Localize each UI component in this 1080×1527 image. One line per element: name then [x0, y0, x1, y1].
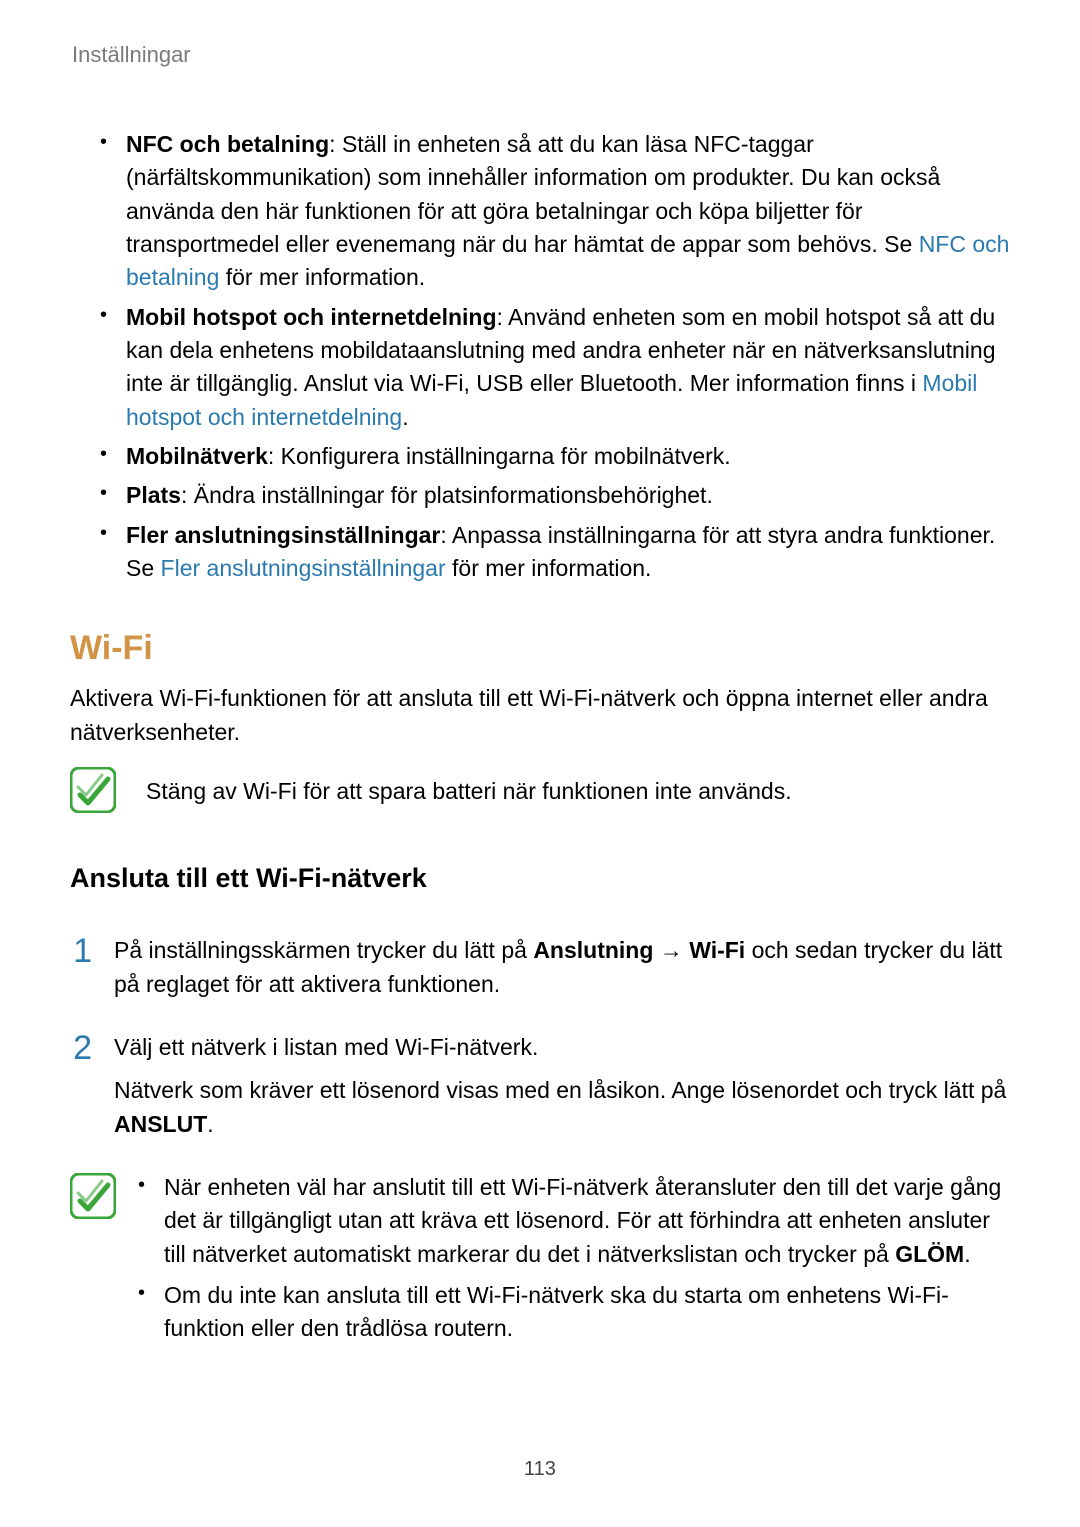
note-icon	[70, 1173, 116, 1219]
step-text: .	[207, 1111, 213, 1137]
note-text: .	[964, 1241, 970, 1267]
subheading-connect: Ansluta till ett Wi-Fi-nätverk	[70, 863, 1010, 894]
step-bold: Wi-Fi	[689, 937, 745, 963]
arrow-icon: →	[653, 937, 689, 963]
step-body: Välj ett nätverk i listan med Wi-Fi-nätv…	[114, 1031, 1010, 1151]
bullet-mobile-network: Mobilnätverk: Konfigurera inställningarn…	[100, 440, 1010, 473]
note-list-item: Om du inte kan ansluta till ett Wi-Fi-nä…	[138, 1279, 1010, 1346]
note-bold: GLÖM	[895, 1241, 964, 1267]
link-more-connections[interactable]: Fler anslutningsinställningar	[161, 555, 446, 581]
note-list-item: När enheten väl har anslutit till ett Wi…	[138, 1171, 1010, 1271]
step-text: Nätverk som kräver ett lösenord visas me…	[114, 1077, 1006, 1103]
bullet-hotspot: Mobil hotspot och internetdelning: Använ…	[100, 301, 1010, 434]
step-1: 1 På inställningsskärmen trycker du lätt…	[70, 934, 1010, 1011]
step-number: 1	[70, 934, 92, 968]
bullet-bold: Mobil hotspot och internetdelning	[126, 304, 497, 330]
step-body: På inställningsskärmen trycker du lätt p…	[114, 934, 1010, 1011]
note-text: När enheten väl har anslutit till ett Wi…	[164, 1174, 1001, 1267]
note-wifi-tips: När enheten väl har anslutit till ett Wi…	[70, 1171, 1010, 1354]
bullet-bold: Plats	[126, 482, 181, 508]
bullet-nfc: NFC och betalning: Ställ in enheten så a…	[100, 128, 1010, 295]
step-bold: ANSLUT	[114, 1111, 207, 1137]
feature-bullet-list: NFC och betalning: Ställ in enheten så a…	[70, 128, 1010, 585]
step-text: Välj ett nätverk i listan med Wi-Fi-nätv…	[114, 1031, 1010, 1064]
bullet-text: : Ändra inställningar för platsinformati…	[181, 482, 713, 508]
page-number: 113	[0, 1458, 1080, 1481]
bullet-text: .	[402, 404, 408, 430]
wifi-intro: Aktivera Wi-Fi-funktionen för att anslut…	[70, 682, 1010, 749]
heading-wifi: Wi-Fi	[70, 629, 1010, 668]
step-2: 2 Välj ett nätverk i listan med Wi-Fi-nä…	[70, 1031, 1010, 1151]
bullet-text: för mer information.	[446, 555, 652, 581]
step-number: 2	[70, 1031, 92, 1065]
bullet-text: : Konfigurera inställningarna för mobiln…	[268, 443, 731, 469]
note-list: När enheten väl har anslutit till ett Wi…	[138, 1171, 1010, 1354]
bullet-bold: Mobilnätverk	[126, 443, 268, 469]
bullet-text: för mer information.	[219, 264, 425, 290]
bullet-bold: NFC och betalning	[126, 131, 329, 157]
bullet-more-connections: Fler anslutningsinställningar: Anpassa i…	[100, 519, 1010, 586]
note-battery: Stäng av Wi-Fi för att spara batteri när…	[70, 767, 1010, 813]
note-icon	[70, 767, 116, 813]
page-header: Inställningar	[72, 42, 1010, 68]
bullet-bold: Fler anslutningsinställningar	[126, 522, 440, 548]
step-text: På inställningsskärmen trycker du lätt p…	[114, 937, 533, 963]
step-bold: Anslutning	[533, 937, 653, 963]
note-text: Stäng av Wi-Fi för att spara batteri när…	[146, 767, 792, 808]
bullet-location: Plats: Ändra inställningar för platsinfo…	[100, 479, 1010, 512]
